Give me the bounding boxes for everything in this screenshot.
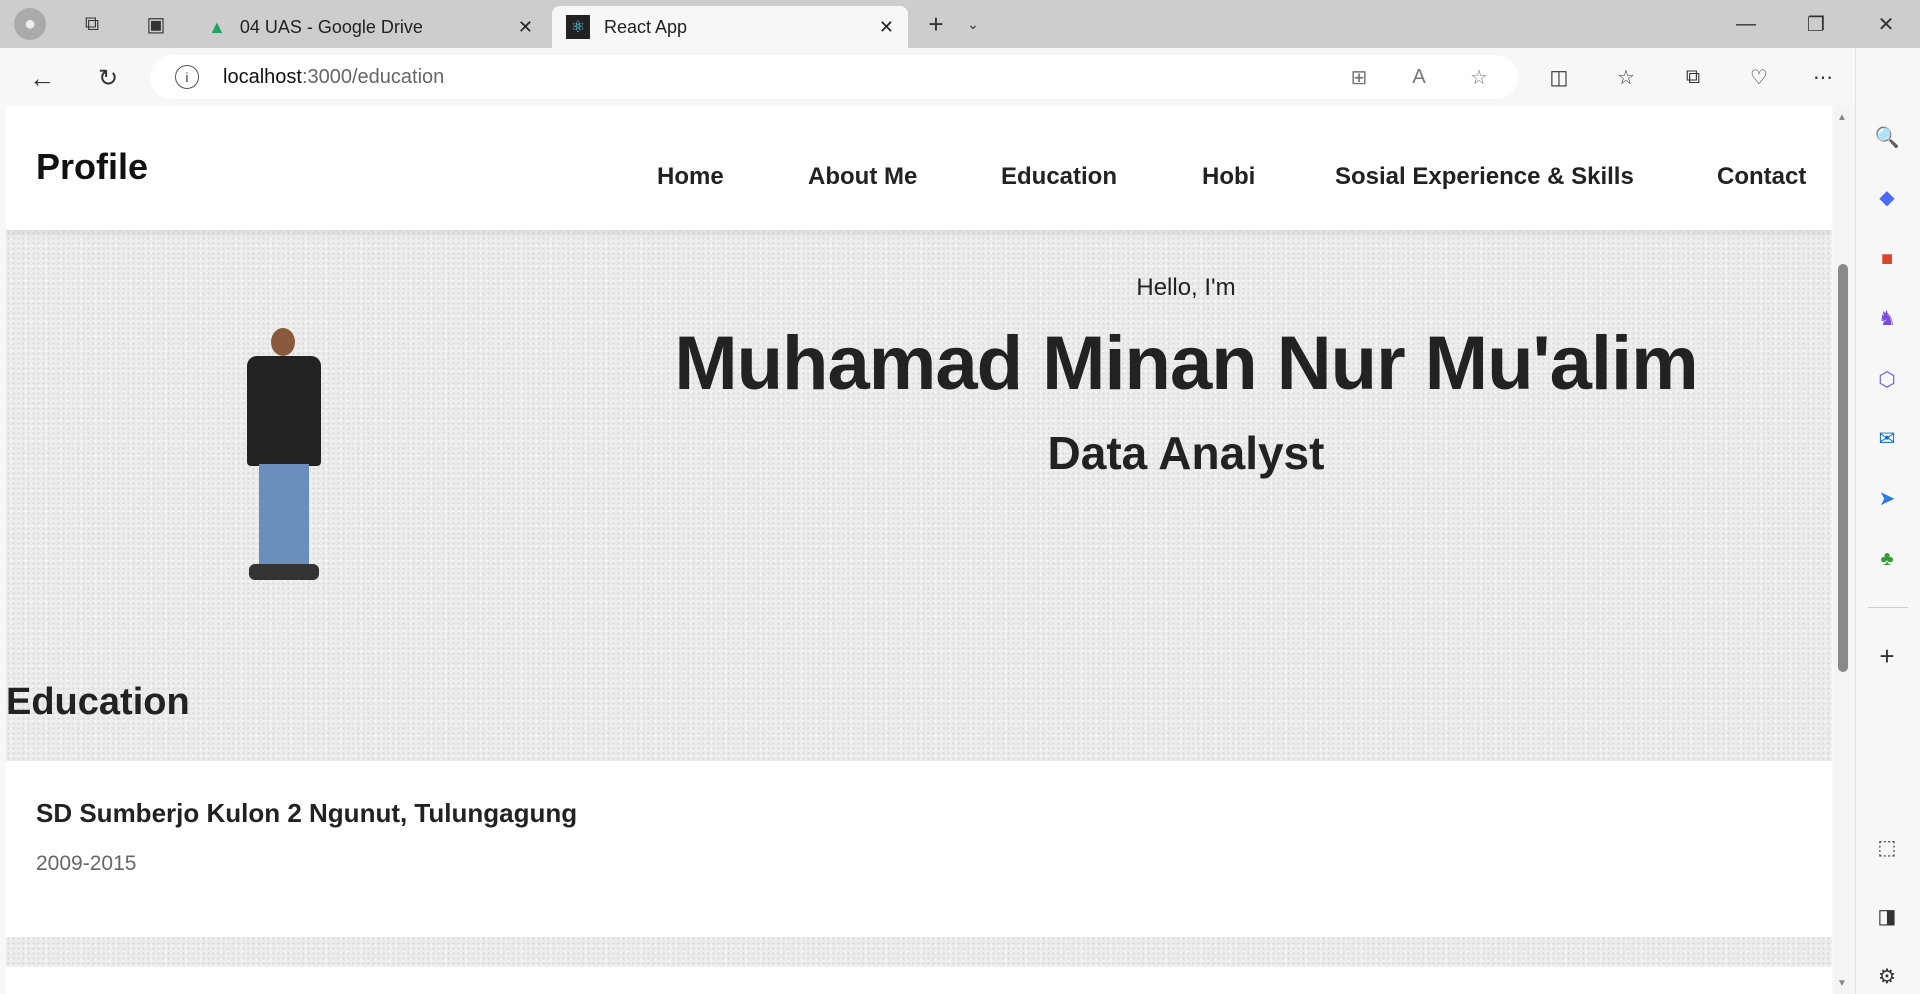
tools-icon[interactable]: ■	[1872, 244, 1902, 274]
close-tab-icon[interactable]: ✕	[518, 17, 533, 38]
games-icon[interactable]: ♞	[1872, 303, 1902, 333]
microsoft-365-icon[interactable]: ⬡	[1872, 364, 1902, 394]
scrollbar-thumb[interactable]	[1838, 264, 1848, 672]
settings-gear-icon[interactable]: ⚙	[1872, 961, 1902, 991]
refresh-icon[interactable]: ↻	[90, 60, 126, 96]
nav-home[interactable]: Home	[657, 163, 724, 191]
close-tab-icon[interactable]: ✕	[879, 17, 894, 38]
nav-contact[interactable]: Contact	[1717, 163, 1806, 191]
vertical-tabs-icon[interactable]: ▣	[142, 10, 170, 38]
info-icon[interactable]: i	[175, 65, 199, 89]
nav-education[interactable]: Education	[1001, 163, 1117, 191]
hero-role: Data Analyst	[1047, 427, 1325, 479]
nav-hobi[interactable]: Hobi	[1202, 163, 1255, 191]
add-icon[interactable]: +	[1872, 641, 1902, 671]
search-icon[interactable]: 🔍	[1872, 122, 1902, 152]
education-card: SD Sumberjo Kulon 2 Ngunut, Tulungagung …	[6, 761, 1832, 937]
address-bar[interactable]: i localhost:3000/education ⊞ A ☆	[150, 55, 1518, 99]
favorite-star-icon[interactable]: ☆	[1465, 63, 1493, 91]
workspaces-icon[interactable]: ⧉	[78, 10, 106, 38]
profile-avatar-icon[interactable]: ●	[14, 8, 46, 40]
close-window-icon[interactable]: ✕	[1870, 8, 1902, 40]
restore-icon[interactable]: ❐	[1800, 8, 1832, 40]
tab-list-chevron-icon[interactable]: ⌄	[960, 8, 986, 40]
brand-title: Profile	[36, 146, 149, 187]
nav-social-experience-skills[interactable]: Sosial Experience & Skills	[1335, 163, 1634, 191]
back-icon[interactable]: ←	[24, 60, 60, 96]
site-header: Profile Home About Me Education Hobi Sos…	[6, 106, 1832, 230]
school-name: SD Sumberjo Kulon 2 Ngunut, Tulungagung	[36, 798, 578, 828]
split-screen-icon[interactable]: ◫	[1544, 62, 1574, 92]
app-available-icon[interactable]: ⊞	[1345, 63, 1373, 91]
hide-sidebar-icon[interactable]: ◨	[1872, 901, 1902, 931]
send-icon[interactable]: ➤	[1872, 483, 1902, 513]
read-aloud-icon[interactable]: A	[1405, 63, 1433, 91]
nav-about-me[interactable]: About Me	[808, 163, 917, 191]
tab-bar: ● ⧉ ▣ ▲ 04 UAS - Google Drive ✕ ⚛ React …	[0, 0, 1920, 48]
scrollbar[interactable]: ▲ ▼	[1834, 106, 1852, 994]
react-icon: ⚛	[566, 15, 590, 39]
tab-google-drive[interactable]: ▲ 04 UAS - Google Drive ✕	[200, 6, 545, 48]
collections-icon[interactable]: ⧉	[1678, 62, 1708, 92]
education-card	[6, 967, 1832, 994]
tree-icon[interactable]: ♣	[1872, 544, 1902, 574]
page-content: Profile Home About Me Education Hobi Sos…	[6, 106, 1832, 994]
outlook-icon[interactable]: ✉	[1872, 423, 1902, 453]
new-tab-icon[interactable]: +	[920, 8, 952, 40]
sidebar-divider	[1868, 607, 1908, 608]
profile-photo	[235, 328, 331, 586]
edge-sidebar: 🔍 ◆ ■ ♞ ⬡ ✉ ➤ ♣ + ⬚ ◨ ⚙	[1855, 48, 1920, 994]
school-years: 2009-2015	[36, 852, 137, 875]
screenshot-icon[interactable]: ⬚	[1872, 832, 1902, 862]
scroll-down-arrow[interactable]: ▼	[1837, 978, 1847, 989]
tab-react-app[interactable]: ⚛ React App ✕	[552, 6, 908, 48]
shopping-tag-icon[interactable]: ◆	[1872, 182, 1902, 212]
minimize-icon[interactable]: —	[1730, 8, 1762, 40]
browser-essentials-icon[interactable]: ♡	[1744, 62, 1774, 92]
scroll-up-arrow[interactable]: ▲	[1837, 112, 1847, 123]
google-drive-icon: ▲	[208, 16, 226, 37]
more-icon[interactable]: ⋯	[1808, 62, 1838, 92]
education-heading: Education	[6, 681, 190, 723]
hero-name: Muhamad Minan Nur Mu'alim	[674, 321, 1698, 406]
hero-greeting: Hello, I'm	[1136, 274, 1236, 301]
favorites-icon[interactable]: ☆	[1611, 62, 1641, 92]
